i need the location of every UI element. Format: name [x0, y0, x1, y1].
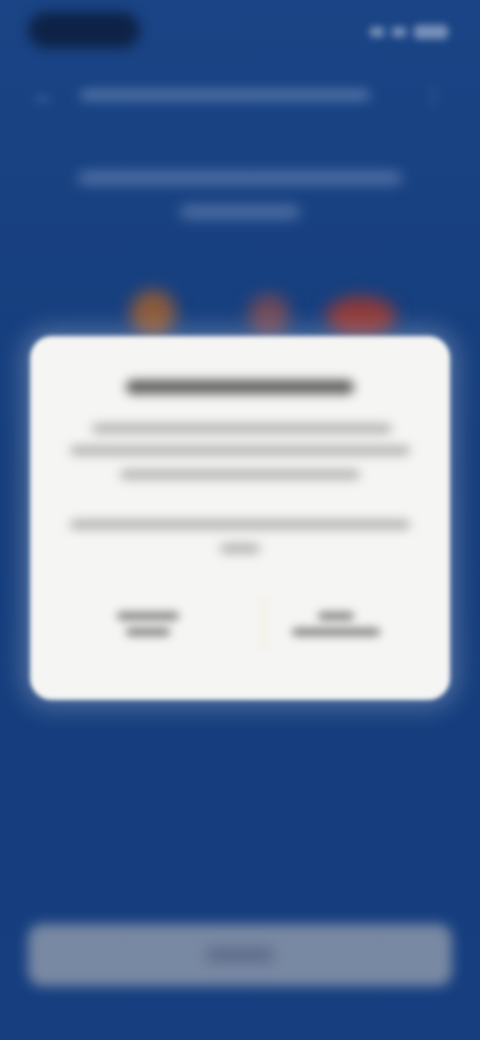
- status-bar: [0, 0, 480, 64]
- header-title: [80, 86, 380, 106]
- avatar: [326, 296, 396, 336]
- dialog-action-divider: [262, 598, 266, 650]
- dialog-title-placeholder: [126, 380, 354, 394]
- dialog-body-line: [120, 470, 360, 479]
- dialog-action-left-button[interactable]: [98, 604, 198, 644]
- avatar: [130, 290, 176, 336]
- continue-button-label-placeholder: [206, 950, 274, 960]
- status-icons: [348, 22, 448, 42]
- back-arrow-icon[interactable]: ←: [30, 82, 58, 110]
- dialog-note-line: [220, 544, 260, 553]
- modal-dialog: [30, 336, 450, 700]
- wifi-icon: [392, 27, 406, 37]
- dialog-body-line: [70, 446, 410, 455]
- status-time-pill: [28, 12, 140, 48]
- avatar: [248, 294, 290, 336]
- dialog-note-line: [70, 520, 410, 529]
- dialog-action-right-button[interactable]: [286, 604, 386, 644]
- top-app-bar: ← ⋮: [0, 72, 480, 120]
- dialog-body-line: [92, 424, 392, 433]
- signal-icon: [370, 27, 384, 37]
- intro-line-1: [78, 172, 402, 184]
- battery-icon: [414, 25, 448, 39]
- continue-button[interactable]: [28, 924, 452, 986]
- app-screen: ← ⋮: [0, 0, 480, 1040]
- more-icon[interactable]: ⋮: [420, 82, 448, 110]
- intro-line-2: [180, 206, 300, 218]
